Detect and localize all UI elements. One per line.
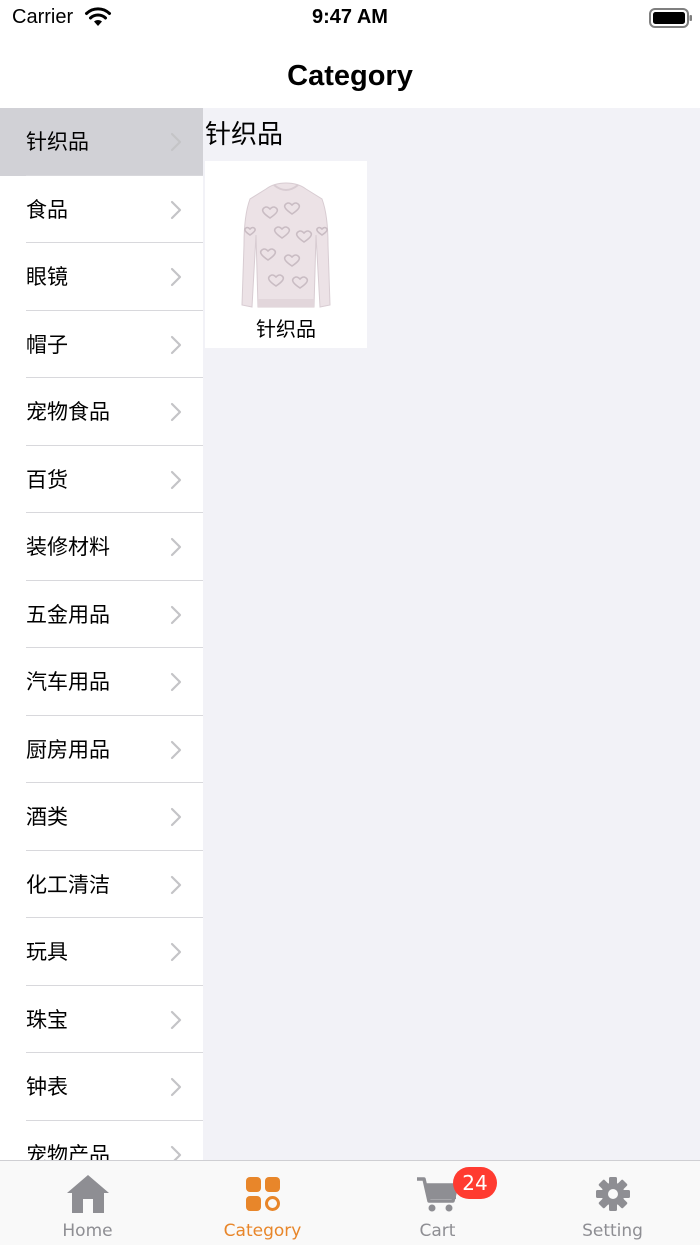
sidebar-item[interactable]: 珠宝 — [0, 985, 203, 1053]
sidebar-item-label: 帽子 — [26, 332, 68, 357]
sidebar-item[interactable]: 酒类 — [0, 783, 203, 851]
chevron-right-icon — [170, 132, 182, 152]
sidebar-item[interactable]: 针织品 — [0, 108, 203, 176]
product-card[interactable]: 针织品 — [205, 161, 367, 348]
chevron-right-icon — [170, 537, 182, 557]
battery-icon — [649, 8, 692, 28]
chevron-right-icon — [170, 1145, 182, 1160]
sidebar-item[interactable]: 玩具 — [0, 918, 203, 986]
sweater-image — [241, 182, 331, 308]
chevron-right-icon — [170, 605, 182, 624]
sidebar-item[interactable]: 化工清洁 — [0, 850, 203, 918]
chevron-right-icon — [170, 740, 182, 759]
tab-label: Category — [223, 1221, 302, 1241]
sidebar-item[interactable]: 装修材料 — [0, 513, 203, 581]
sidebar-item-label: 化工清洁 — [26, 872, 110, 897]
sidebar-item-label: 宠物食品 — [26, 400, 110, 424]
category-content: 针织品 针织品 — [203, 108, 700, 1160]
tab-label: Cart — [419, 1221, 456, 1241]
chevron-right-icon — [170, 470, 182, 489]
sidebar-item-label: 厨房用品 — [26, 737, 110, 762]
sidebar-item-label: 玩具 — [26, 940, 68, 964]
status-time: 9:47 AM — [312, 6, 388, 28]
sidebar-item-label: 针织品 — [26, 130, 89, 154]
home-icon — [67, 1175, 109, 1213]
sidebar-item-label: 百货 — [26, 467, 68, 492]
sidebar-item-label: 眼镜 — [26, 265, 68, 289]
section-title: 针织品 — [205, 120, 284, 150]
chevron-right-icon — [170, 200, 182, 219]
category-icon — [246, 1177, 280, 1211]
chevron-right-icon — [170, 807, 182, 827]
sidebar-item-label: 汽车用品 — [26, 670, 110, 694]
sidebar-item-label: 钟表 — [26, 1075, 68, 1099]
sidebar-item-label: 装修材料 — [26, 535, 110, 559]
nav-bar: Category — [0, 36, 700, 108]
sidebar-item[interactable]: 帽子 — [0, 310, 203, 378]
tab-label: Home — [62, 1221, 113, 1241]
chevron-right-icon — [170, 335, 182, 354]
chevron-right-icon — [170, 672, 182, 692]
chevron-right-icon — [170, 1010, 182, 1029]
chevron-right-icon — [170, 1077, 182, 1097]
product-label: 针织品 — [256, 317, 316, 341]
gear-icon — [596, 1177, 630, 1211]
chevron-right-icon — [170, 402, 182, 422]
status-bar: Carrier 9:47 AM — [0, 0, 700, 36]
chevron-right-icon — [170, 942, 182, 962]
tab-setting[interactable]: Setting — [525, 1161, 700, 1245]
sidebar-item-label: 食品 — [26, 197, 68, 222]
sidebar-item[interactable]: 食品 — [0, 175, 203, 243]
tab-cart[interactable]: Cart — [350, 1161, 525, 1245]
sidebar-item[interactable]: 眼镜 — [0, 243, 203, 311]
chevron-right-icon — [170, 875, 182, 894]
sidebar-item[interactable]: 钟表 — [0, 1053, 203, 1121]
tab-label: Setting — [582, 1221, 643, 1241]
page-title: Category — [287, 60, 413, 92]
tab-bar: Home Category Cart 24 Setting — [0, 1160, 700, 1245]
tab-home[interactable]: Home — [0, 1161, 175, 1245]
chevron-right-icon — [170, 267, 182, 287]
sidebar-item-label: 珠宝 — [26, 1007, 68, 1032]
category-sidebar[interactable]: 针织品食品眼镜帽子宠物食品百货装修材料五金用品汽车用品厨房用品酒类化工清洁玩具珠… — [0, 108, 203, 1160]
sidebar-item-label: 酒类 — [26, 805, 68, 829]
sidebar-item[interactable]: 汽车用品 — [0, 648, 203, 716]
tab-category[interactable]: Category — [175, 1161, 350, 1245]
sidebar-item[interactable]: 宠物食品 — [0, 378, 203, 446]
sidebar-item[interactable]: 厨房用品 — [0, 715, 203, 783]
sidebar-item-label: 宠物产品 — [26, 1142, 110, 1161]
sidebar-item-label: 五金用品 — [26, 602, 110, 627]
cart-badge: 24 — [453, 1167, 497, 1199]
sidebar-item[interactable]: 百货 — [0, 445, 203, 513]
sidebar-item[interactable]: 五金用品 — [0, 580, 203, 648]
sidebar-item[interactable]: 宠物产品 — [0, 1120, 203, 1161]
